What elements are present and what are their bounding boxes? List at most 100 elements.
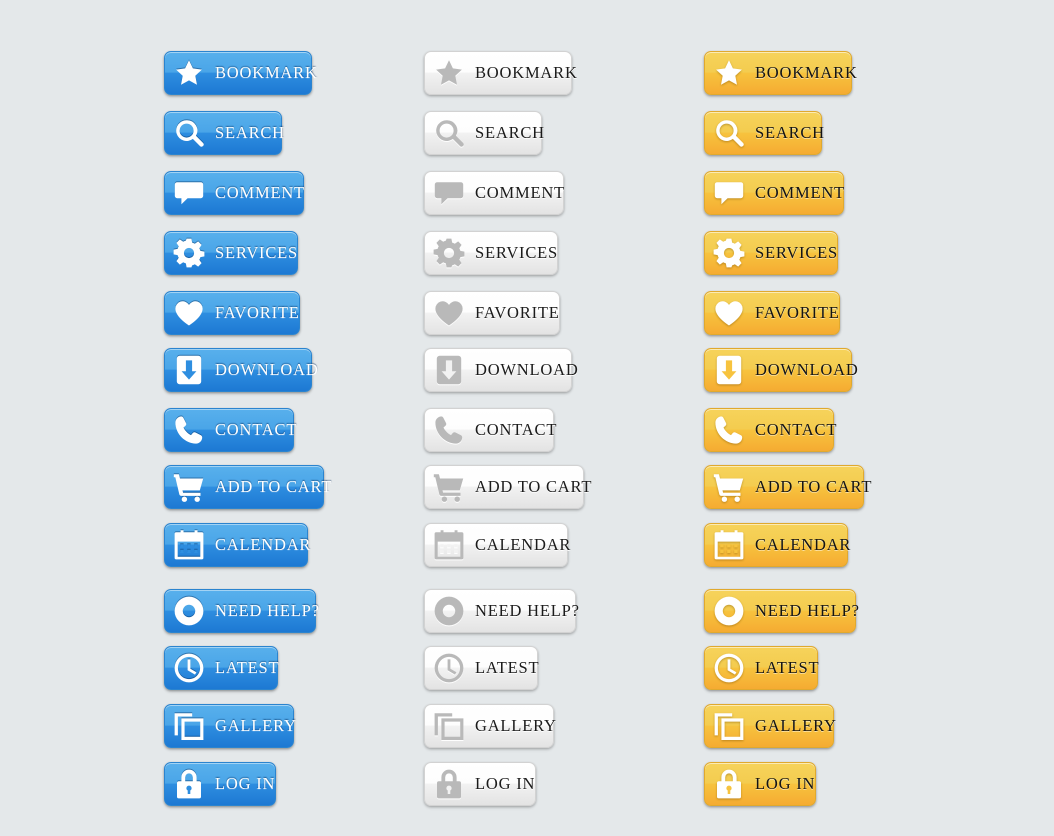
- button-label: FAVORITE: [475, 302, 560, 322]
- button-label: SEARCH: [215, 122, 285, 142]
- button-label: SEARCH: [475, 122, 545, 142]
- button-log-in[interactable]: LOG IN: [704, 762, 816, 806]
- button-row: DOWNLOAD: [424, 348, 578, 392]
- button-comment[interactable]: COMMENT: [704, 171, 844, 215]
- button-need-help[interactable]: NEED HELP?: [164, 589, 319, 633]
- button-favorite[interactable]: FAVORITE: [424, 291, 560, 335]
- button-contact[interactable]: CONTACT: [424, 408, 556, 452]
- button-label: FAVORITE: [755, 302, 840, 322]
- button-row: CALENDAR: [424, 523, 572, 567]
- phone-icon: [433, 414, 465, 446]
- button-favorite[interactable]: FAVORITE: [704, 291, 840, 335]
- star-icon: [173, 57, 205, 89]
- button-contact[interactable]: CONTACT: [164, 408, 296, 452]
- clock-icon: [713, 652, 745, 684]
- button-download[interactable]: DOWNLOAD: [424, 348, 578, 392]
- button-label: CALENDAR: [475, 534, 572, 554]
- lock-icon: [433, 768, 465, 800]
- button-add-to-cart[interactable]: ADD TO CART: [424, 465, 591, 509]
- button-label: ADD TO CART: [755, 476, 873, 496]
- button-services[interactable]: SERVICES: [164, 231, 298, 275]
- button-label: ADD TO CART: [475, 476, 593, 496]
- button-calendar[interactable]: CALENDAR: [424, 523, 572, 567]
- button-gallery[interactable]: GALLERY: [164, 704, 297, 748]
- download-icon: [713, 354, 745, 386]
- comment-icon: [173, 177, 205, 209]
- button-latest[interactable]: LATEST: [704, 646, 820, 690]
- button-label: LATEST: [475, 657, 540, 677]
- button-label: SERVICES: [755, 242, 839, 262]
- button-latest[interactable]: LATEST: [164, 646, 279, 690]
- button-label: BOOKMARK: [215, 62, 318, 82]
- lifebuoy-icon: [713, 595, 745, 627]
- button-row: SERVICES: [704, 231, 838, 275]
- button-comment[interactable]: COMMENT: [164, 171, 304, 215]
- comment-icon: [713, 177, 745, 209]
- button-row: NEED HELP?: [164, 589, 319, 633]
- button-comment[interactable]: COMMENT: [424, 171, 564, 215]
- button-add-to-cart[interactable]: ADD TO CART: [704, 465, 871, 509]
- button-label: LOG IN: [215, 773, 276, 793]
- button-favorite[interactable]: FAVORITE: [164, 291, 300, 335]
- button-log-in[interactable]: LOG IN: [164, 762, 276, 806]
- button-bookmark[interactable]: BOOKMARK: [164, 51, 317, 95]
- button-download[interactable]: DOWNLOAD: [164, 348, 318, 392]
- gear-icon: [173, 237, 205, 269]
- button-bookmark[interactable]: BOOKMARK: [424, 51, 577, 95]
- button-row: SEARCH: [424, 111, 545, 155]
- button-gallery[interactable]: GALLERY: [704, 704, 836, 748]
- button-log-in[interactable]: LOG IN: [424, 762, 536, 806]
- button-label: CONTACT: [755, 419, 838, 439]
- button-row: LOG IN: [704, 762, 816, 806]
- button-label: SEARCH: [755, 122, 825, 142]
- button-row: BOOKMARK: [704, 51, 857, 95]
- button-services[interactable]: SERVICES: [424, 231, 558, 275]
- search-icon: [433, 117, 465, 149]
- button-row: SERVICES: [424, 231, 558, 275]
- button-label: DOWNLOAD: [755, 359, 859, 379]
- button-calendar[interactable]: CALENDAR: [704, 523, 852, 567]
- button-download[interactable]: DOWNLOAD: [704, 348, 858, 392]
- button-row: ADD TO CART: [424, 465, 591, 509]
- gear-icon: [433, 237, 465, 269]
- button-row: DOWNLOAD: [164, 348, 318, 392]
- button-row: FAVORITE: [424, 291, 560, 335]
- button-search[interactable]: SEARCH: [424, 111, 545, 155]
- button-row: COMMENT: [424, 171, 564, 215]
- download-icon: [173, 354, 205, 386]
- button-need-help[interactable]: NEED HELP?: [424, 589, 579, 633]
- button-latest[interactable]: LATEST: [424, 646, 540, 690]
- button-row: GALLERY: [704, 704, 836, 748]
- button-add-to-cart[interactable]: ADD TO CART: [164, 465, 331, 509]
- button-label: BOOKMARK: [755, 62, 858, 82]
- phone-icon: [173, 414, 205, 446]
- button-label: NEED HELP?: [215, 600, 320, 620]
- button-contact[interactable]: CONTACT: [704, 408, 838, 452]
- calendar-icon: [433, 529, 465, 561]
- phone-icon: [713, 414, 745, 446]
- button-row: NEED HELP?: [704, 589, 859, 633]
- button-services[interactable]: SERVICES: [704, 231, 838, 275]
- button-label: COMMENT: [475, 182, 565, 202]
- button-bookmark[interactable]: BOOKMARK: [704, 51, 857, 95]
- button-label: LATEST: [755, 657, 820, 677]
- button-row: FAVORITE: [704, 291, 840, 335]
- button-calendar[interactable]: CALENDAR: [164, 523, 310, 567]
- cart-icon: [173, 471, 205, 503]
- button-search[interactable]: SEARCH: [164, 111, 285, 155]
- button-row: LATEST: [424, 646, 540, 690]
- button-row: LATEST: [164, 646, 279, 690]
- button-row: NEED HELP?: [424, 589, 579, 633]
- button-search[interactable]: SEARCH: [704, 111, 825, 155]
- button-row: BOOKMARK: [164, 51, 317, 95]
- button-need-help[interactable]: NEED HELP?: [704, 589, 859, 633]
- button-gallery[interactable]: GALLERY: [424, 704, 556, 748]
- gallery-icon: [173, 710, 205, 742]
- button-label: ADD TO CART: [215, 476, 333, 496]
- button-label: LOG IN: [475, 773, 536, 793]
- button-row: SEARCH: [164, 111, 285, 155]
- button-label: NEED HELP?: [475, 600, 580, 620]
- calendar-icon: [173, 529, 205, 561]
- button-label: CALENDAR: [755, 534, 852, 554]
- button-label: GALLERY: [215, 715, 297, 735]
